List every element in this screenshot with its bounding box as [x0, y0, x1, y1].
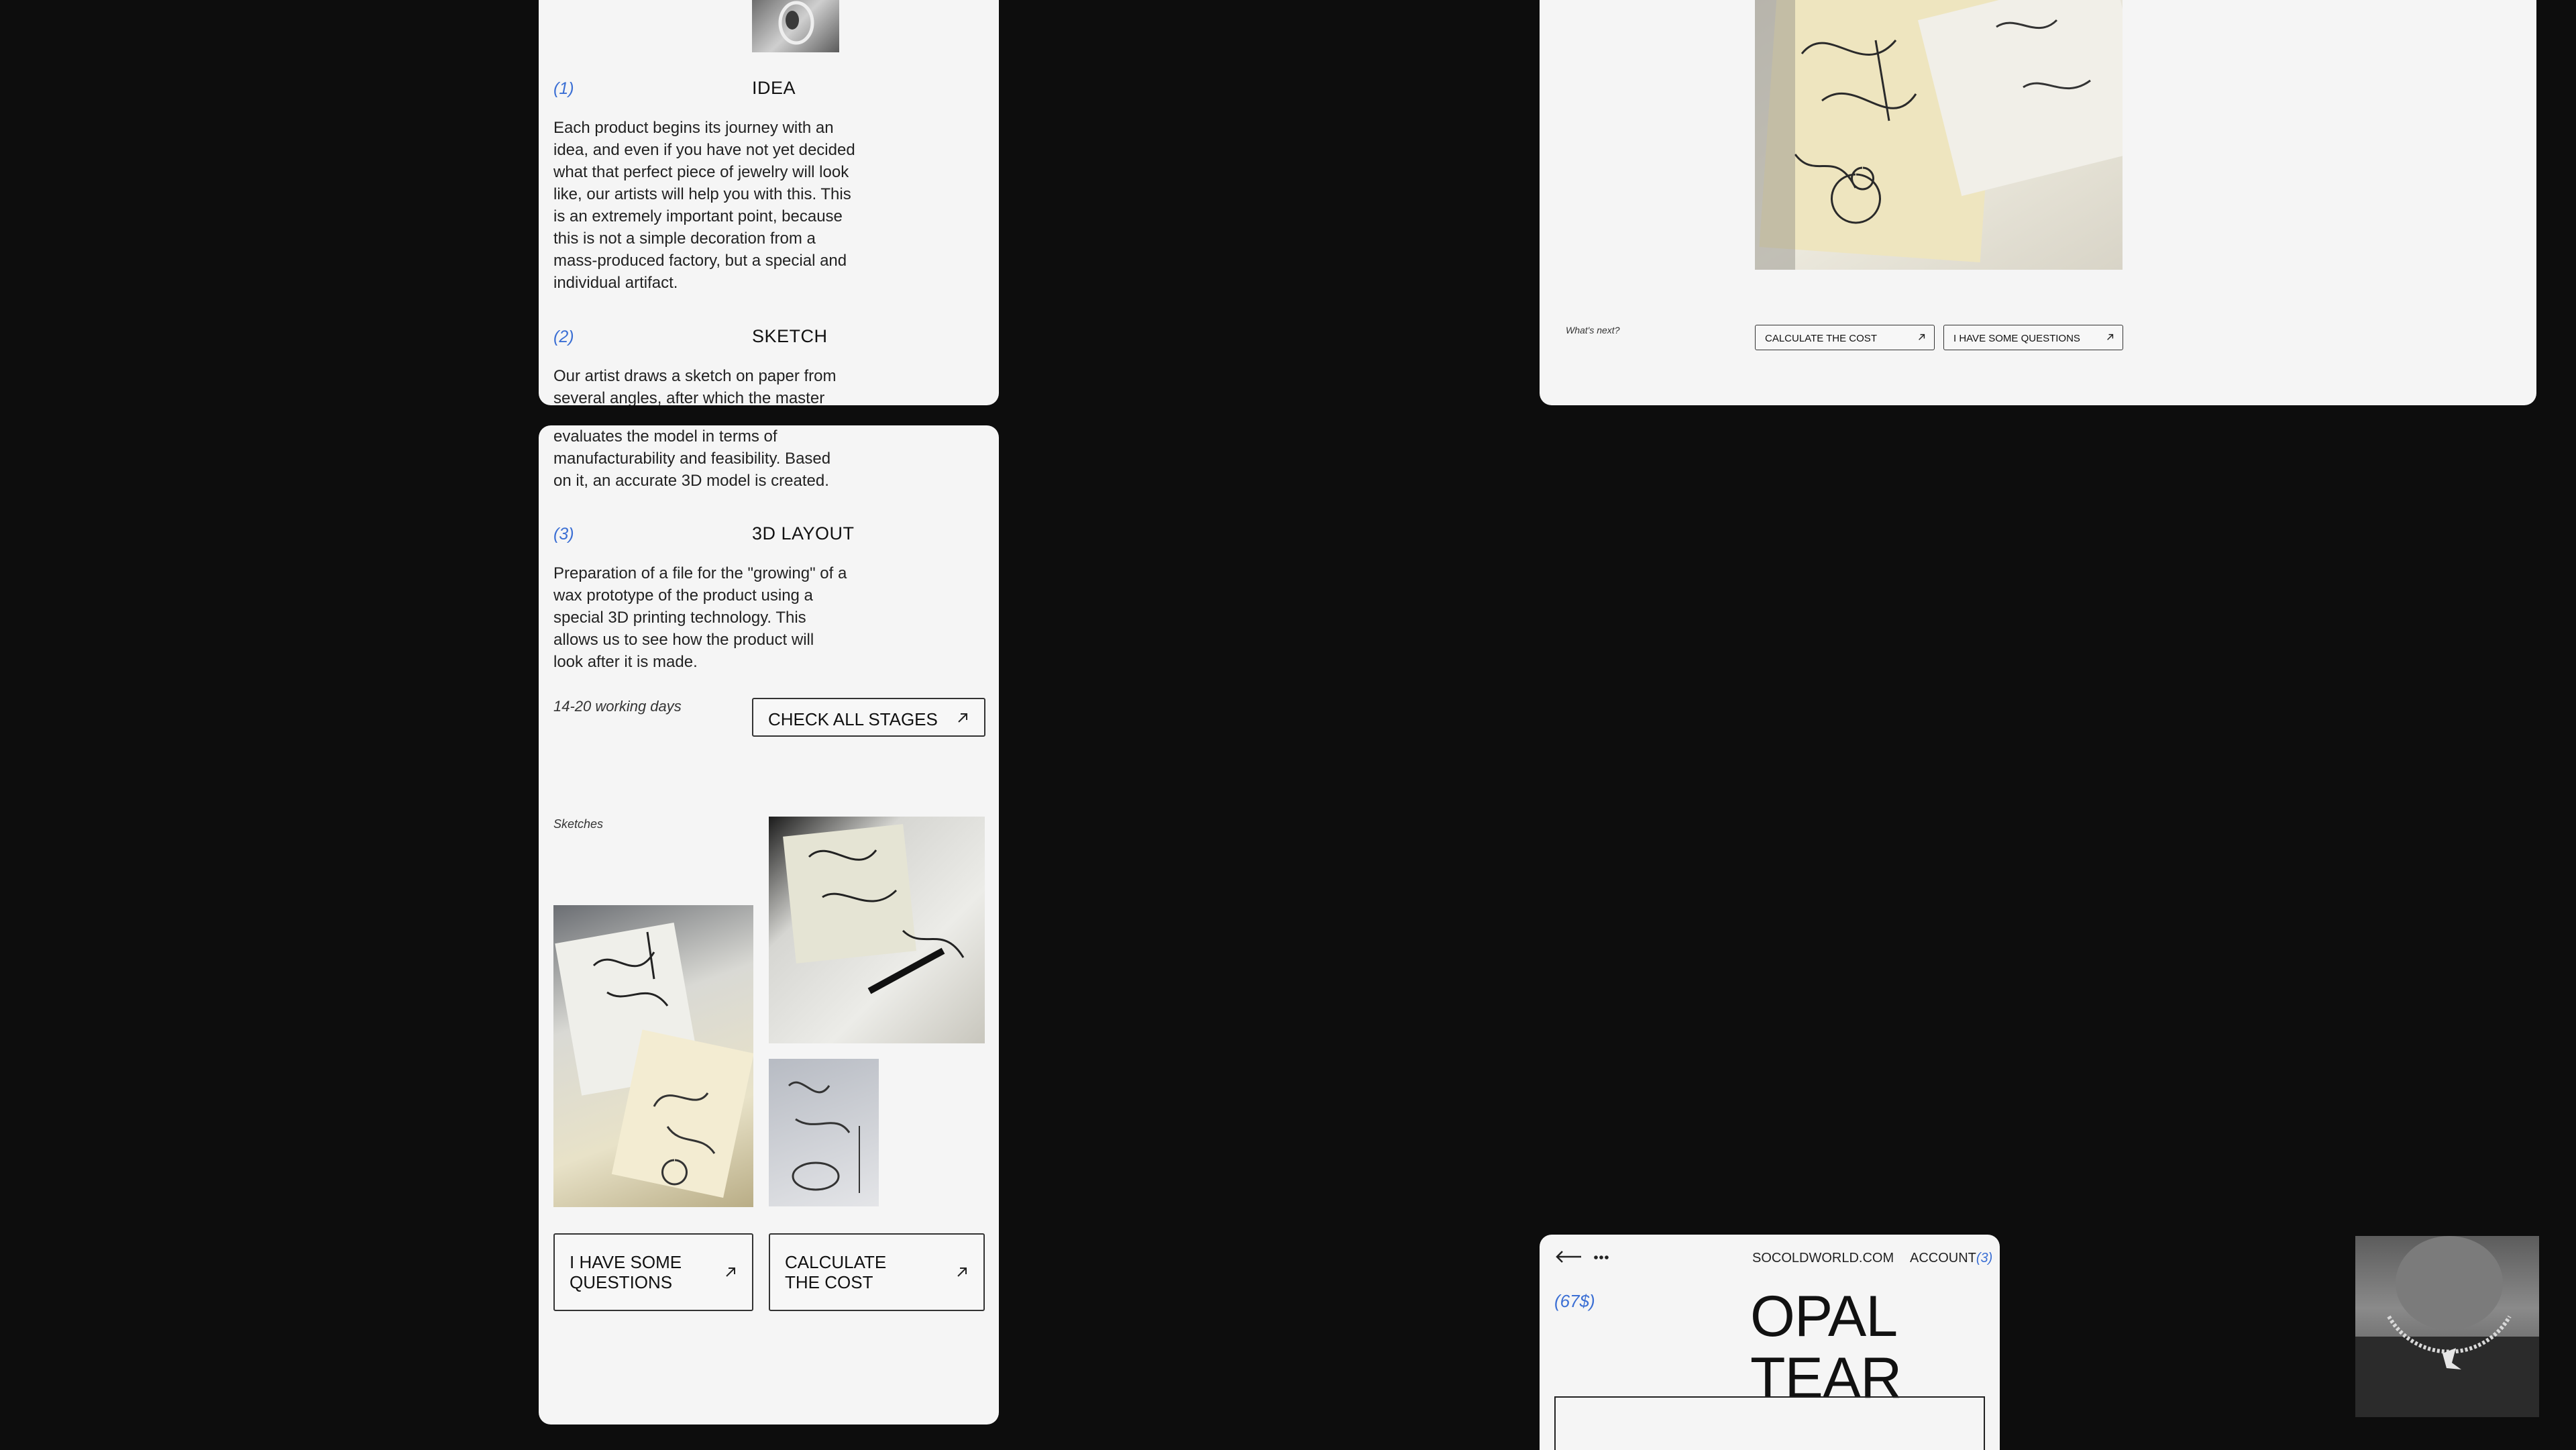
stage-number: (3)	[553, 525, 574, 543]
process-panel-top: (1) IDEA Each product begins its journey…	[539, 0, 999, 405]
product-panel: SOCOLDWORLD.COM ACCOUNT(3) (67$) OPAL TEA…	[1540, 1235, 2000, 1450]
button-label: CHECK ALL STAGES	[768, 709, 938, 729]
calculate-cost-button[interactable]: CALCULATE THE COST	[1755, 325, 1935, 350]
stage-number: (2)	[553, 327, 574, 346]
account-count-badge: (3)	[1976, 1251, 1993, 1265]
arrow-left-icon[interactable]	[1554, 1249, 1582, 1264]
sketch-photo	[769, 817, 985, 1043]
button-label: CALCULATE THE COST	[1765, 333, 1877, 344]
button-label: CALCULATE THE COST	[785, 1252, 887, 1292]
stage-title: 3D LAYOUT	[752, 523, 855, 543]
stage-description-continued: evaluates the model in terms of manufactu…	[553, 427, 831, 490]
site-name-link[interactable]: SOCOLDWORLD.COM	[1752, 1251, 1894, 1266]
sketch-photo	[1755, 0, 2123, 270]
model-necklace-photo	[2355, 1236, 2539, 1417]
more-dots-icon[interactable]	[1593, 1255, 1609, 1260]
arrow-up-right-icon	[955, 1265, 969, 1279]
stage-number: (1)	[553, 79, 574, 98]
button-label: I HAVE SOME QUESTIONS	[570, 1252, 682, 1292]
stage-description: Preparation of a file for the "growing" …	[553, 564, 847, 671]
arrow-up-right-icon	[956, 711, 969, 725]
sketch-photo	[553, 905, 753, 1207]
button-label: I HAVE SOME QUESTIONS	[1953, 333, 2080, 344]
duration-note: 14-20 working days	[553, 698, 682, 715]
product-price: (67$)	[1554, 1291, 1595, 1311]
arrow-up-right-icon	[2106, 333, 2114, 342]
process-panel-bottom: evaluates the model in terms of manufactu…	[539, 425, 999, 1425]
product-title: OPAL TEAR	[1750, 1284, 1902, 1410]
whats-next-label: What's next?	[1566, 325, 1620, 335]
calculate-cost-button[interactable]: CALCULATE THE COST	[769, 1233, 985, 1311]
product-image-frame	[1554, 1396, 1985, 1450]
sketches-label: Sketches	[553, 817, 604, 831]
account-label: ACCOUNT	[1910, 1251, 1976, 1265]
jewelry-thumbnail	[752, 0, 839, 52]
sketch-photo	[769, 1059, 879, 1206]
stage-title: SKETCH	[752, 326, 828, 346]
ask-questions-button[interactable]: I HAVE SOME QUESTIONS	[1943, 325, 2123, 350]
stage-description: Our artist draws a sketch on paper from s…	[553, 367, 837, 405]
ask-questions-button[interactable]: I HAVE SOME QUESTIONS	[553, 1233, 753, 1311]
arrow-up-right-icon	[724, 1265, 737, 1279]
check-all-stages-button[interactable]: CHECK ALL STAGES	[752, 698, 985, 737]
next-steps-panel: What's next? CALCULATE THE COST I HAVE S…	[1540, 0, 2536, 405]
stage-description: Each product begins its journey with an i…	[553, 119, 855, 292]
stage-title: IDEA	[752, 78, 796, 98]
account-link[interactable]: ACCOUNT(3)	[1910, 1251, 1992, 1266]
arrow-up-right-icon	[1917, 333, 1926, 342]
